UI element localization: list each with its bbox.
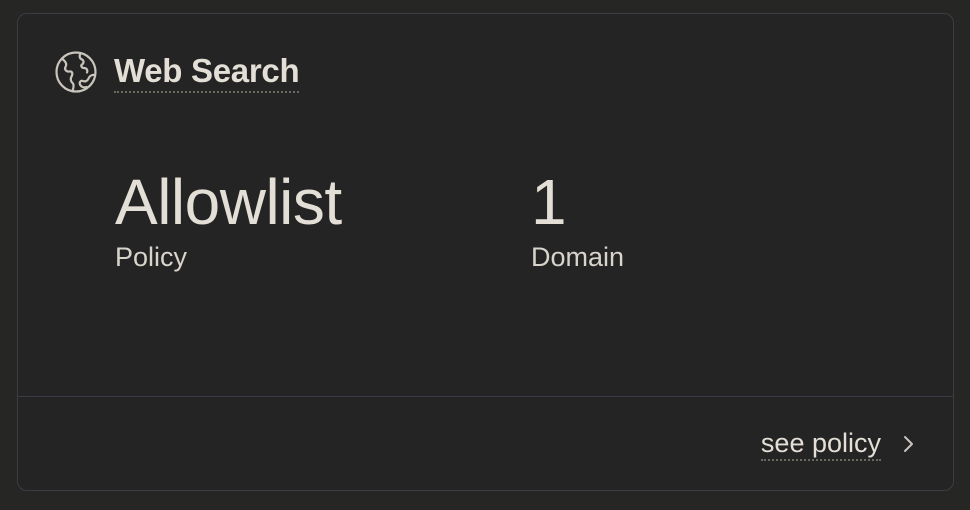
- domain-label: Domain: [531, 242, 625, 272]
- chevron-right-icon[interactable]: [901, 434, 915, 454]
- card-title[interactable]: Web Search: [114, 52, 300, 93]
- domain-count-value: 1: [531, 166, 567, 238]
- see-policy-label[interactable]: see policy: [760, 427, 881, 461]
- policy-stat: Allowlist Policy: [115, 166, 342, 274]
- domain-stat: 1 Domain: [531, 166, 624, 274]
- see-policy-link[interactable]: see policy: [760, 427, 915, 461]
- policy-label: Policy: [115, 242, 188, 272]
- card-divider: [18, 396, 953, 397]
- web-search-card: Web Search Allowlist Policy 1 Domain see…: [17, 13, 954, 491]
- policy-value: Allowlist: [115, 166, 342, 238]
- globe-icon: [54, 50, 98, 94]
- card-header: Web Search: [54, 50, 300, 94]
